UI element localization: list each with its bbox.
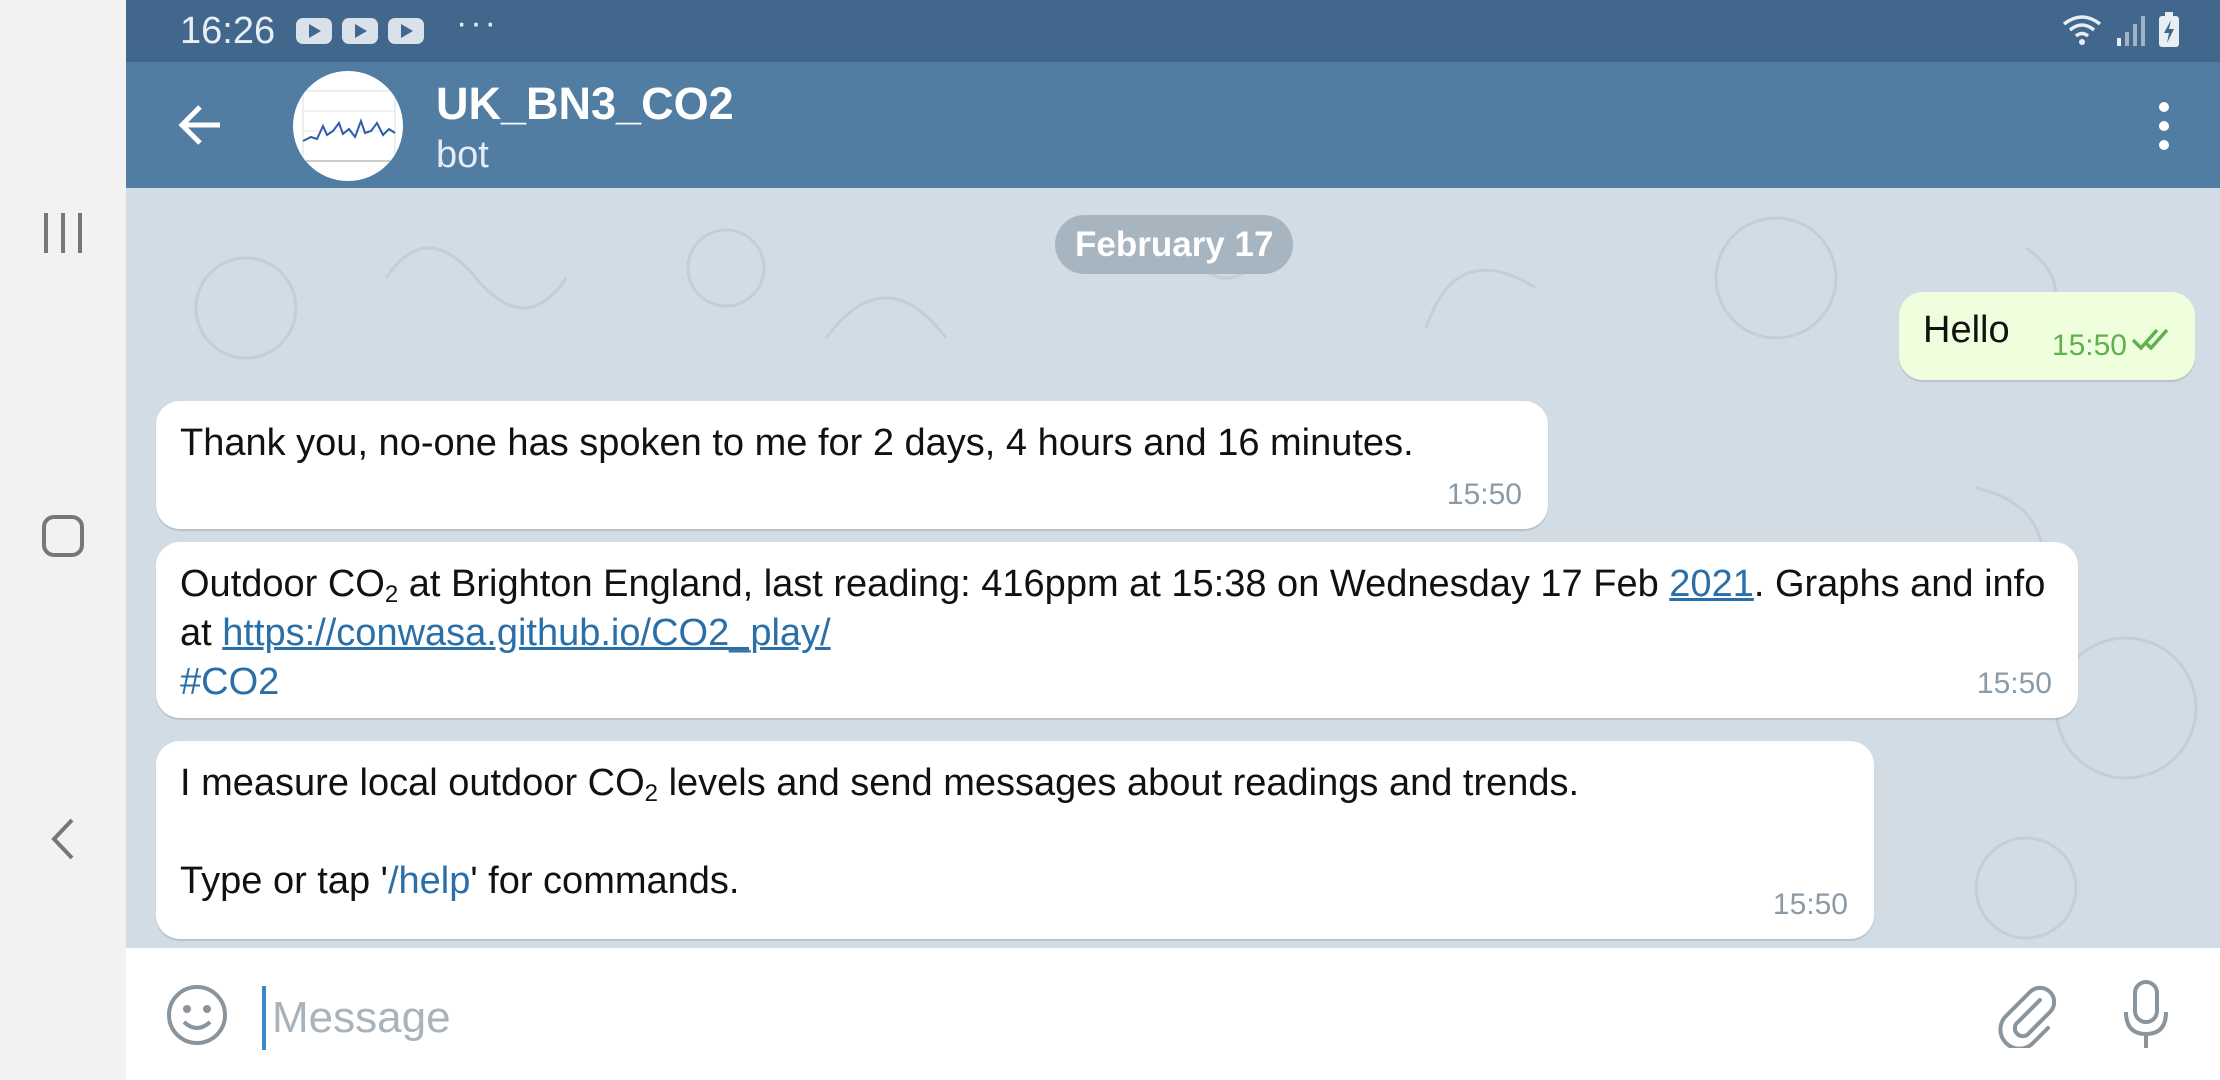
- outgoing-message[interactable]: Hello 15:50: [1899, 292, 2195, 380]
- message-text: Outdoor CO2 at Brighton England, last re…: [180, 563, 2046, 703]
- back-arrow-icon[interactable]: [170, 95, 230, 155]
- incoming-message[interactable]: I measure local outdoor CO2 levels and s…: [156, 741, 1874, 939]
- home-icon[interactable]: [30, 503, 96, 569]
- status-bar: 16:26 ···: [126, 0, 2220, 62]
- status-time: 16:26: [180, 10, 276, 52]
- chat-subtitle: bot: [436, 134, 489, 176]
- paperclip-icon[interactable]: [1996, 984, 2060, 1051]
- message-time: 15:50: [1976, 667, 2052, 700]
- chat-message-list[interactable]: February 17 Hello 15:50 Thank you, no-on…: [126, 188, 2220, 948]
- youtube-icon: [296, 18, 332, 44]
- chat-header: UK_BN3_CO2 bot: [126, 62, 2220, 188]
- more-notifications-icon: ···: [456, 4, 499, 42]
- incoming-message[interactable]: Outdoor CO2 at Brighton England, last re…: [156, 542, 2078, 718]
- message-time: 15:50: [2051, 329, 2127, 362]
- message-time: 15:50: [1772, 888, 1848, 921]
- double-check-icon: [2131, 315, 2175, 364]
- help-command-link[interactable]: /help: [388, 860, 470, 902]
- avatar[interactable]: [293, 71, 403, 181]
- chat-title[interactable]: UK_BN3_CO2: [436, 78, 734, 130]
- youtube-icon: [342, 18, 378, 44]
- link-2021[interactable]: 2021: [1669, 563, 1754, 605]
- message-input[interactable]: [262, 986, 1874, 1050]
- microphone-icon[interactable]: [2118, 978, 2174, 1052]
- android-navigation-bar: [0, 0, 126, 1080]
- incoming-message[interactable]: Thank you, no-one has spoken to me for 2…: [156, 401, 1548, 529]
- more-options-icon[interactable]: [2144, 96, 2184, 156]
- battery-charging-icon: [2158, 12, 2180, 53]
- message-composer: [126, 948, 2220, 1080]
- message-text: Hello: [1923, 309, 2010, 351]
- message-text: Thank you, no-one has spoken to me for 2…: [180, 422, 1414, 464]
- hashtag-link[interactable]: #CO2: [180, 661, 279, 703]
- message-text: I measure local outdoor CO2 levels and s…: [180, 762, 1580, 902]
- emoji-icon[interactable]: [164, 982, 230, 1048]
- recent-apps-icon[interactable]: [30, 200, 96, 266]
- message-time: 15:50: [1446, 478, 1522, 511]
- youtube-icon: [388, 18, 424, 44]
- date-separator: February 17: [1055, 215, 1294, 274]
- signal-icon: [2116, 14, 2146, 51]
- link-co2-play[interactable]: https://conwasa.github.io/CO2_play/: [222, 612, 830, 654]
- wifi-icon: [2060, 12, 2104, 53]
- system-back-icon[interactable]: [30, 806, 96, 872]
